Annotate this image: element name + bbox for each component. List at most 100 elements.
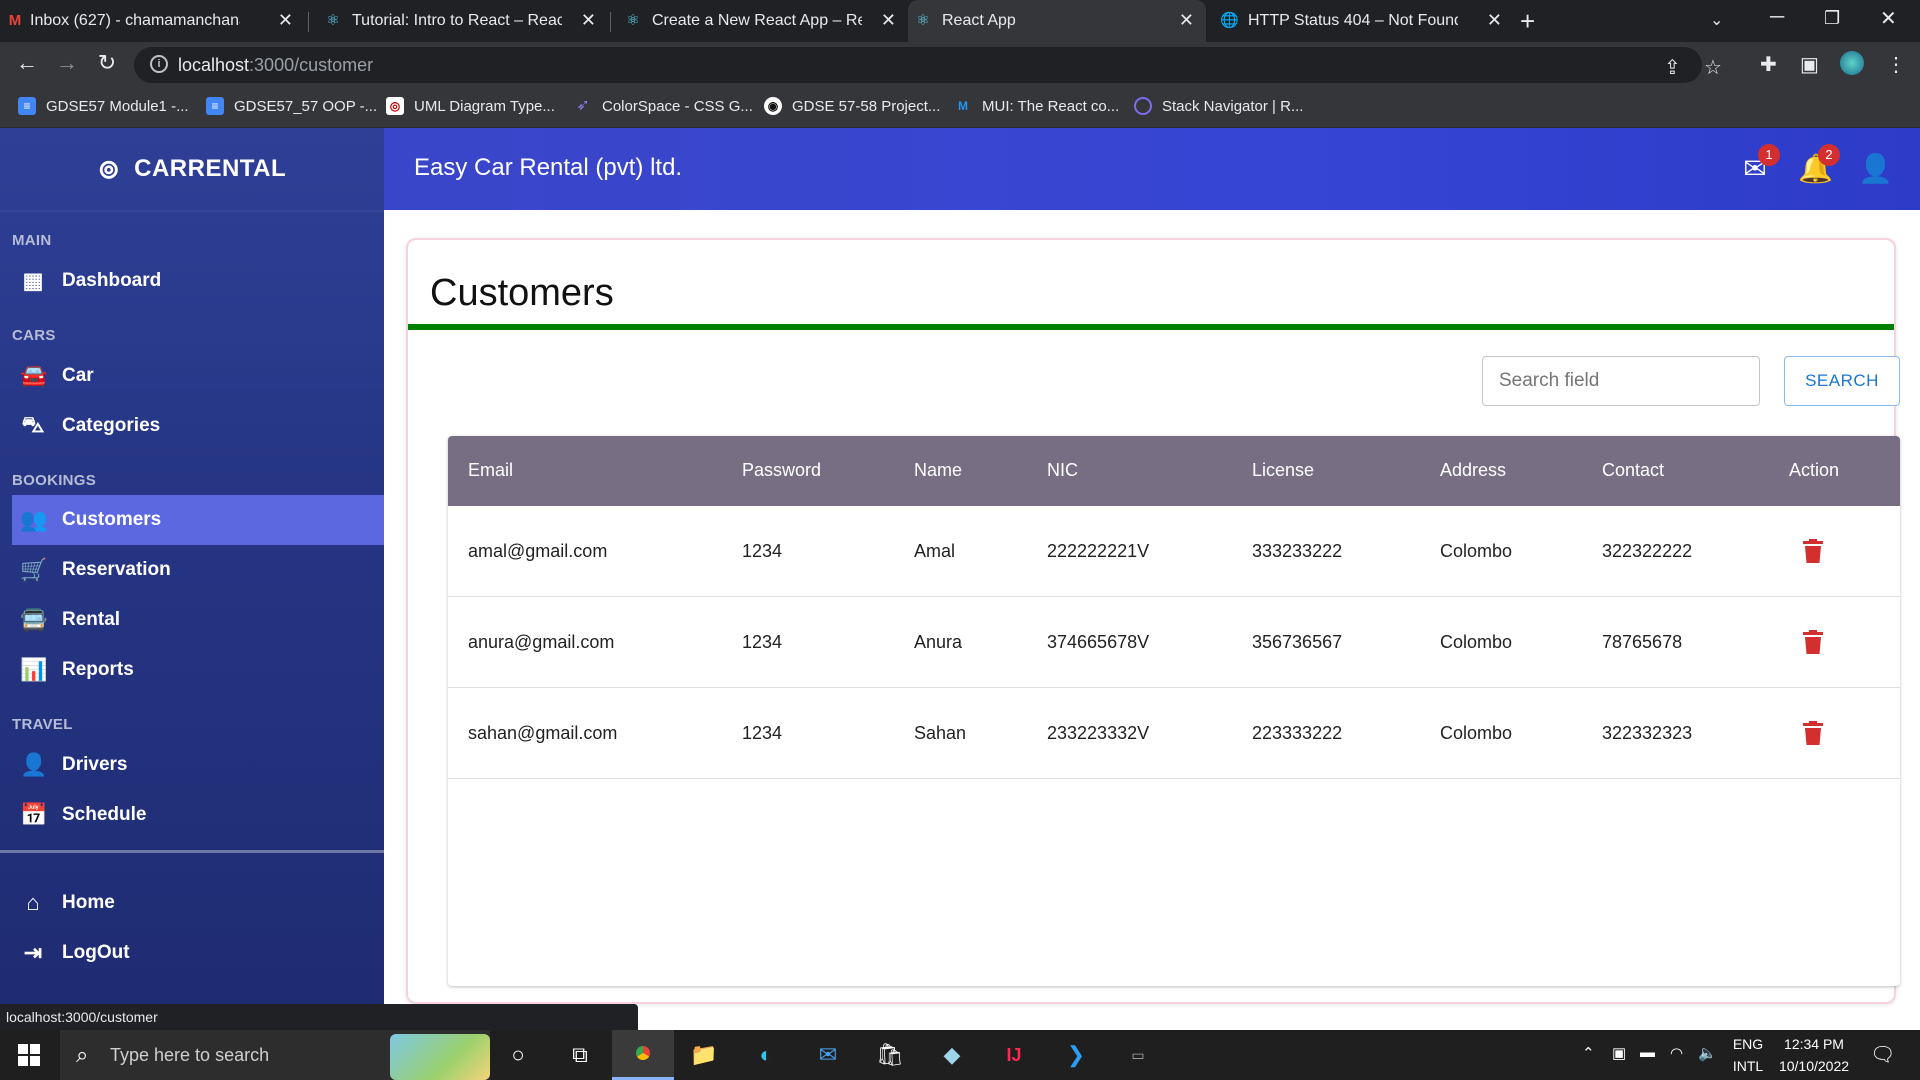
sidebar-item-categories[interactable]: ⛍ Categories (12, 401, 384, 451)
close-icon[interactable]: ✕ (1487, 10, 1502, 31)
sidebar-divider (0, 850, 384, 853)
window-close-icon[interactable]: ✕ (1880, 6, 1897, 31)
menu-kebab-icon[interactable]: ⋮ (1886, 52, 1906, 77)
battery-icon[interactable]: ▬ (1640, 1044, 1655, 1061)
back-arrow-icon[interactable]: ← (12, 50, 42, 76)
cortana-icon[interactable]: ○ (502, 1040, 534, 1070)
minimize-icon[interactable]: ─ (1770, 6, 1784, 29)
section-bookings: BOOKINGS (12, 472, 97, 489)
new-tab-icon[interactable]: + (1520, 6, 1535, 37)
meet-now-icon[interactable]: ▣ (1612, 1044, 1626, 1062)
column-header-email: Email (468, 460, 514, 480)
language-indicator[interactable]: ENG INTL (1726, 1036, 1770, 1074)
action-center-icon[interactable]: 🗨 (1870, 1042, 1895, 1067)
column-header-address: Address (1440, 460, 1507, 480)
bookmark-label: GDSE 57-58 Project... (792, 97, 941, 115)
clock[interactable]: 12:34 PM 10/10/2022 (1772, 1036, 1856, 1074)
tray-chevron-icon[interactable]: ⌃ (1582, 1044, 1595, 1062)
site-info-icon[interactable]: i (150, 55, 168, 73)
tab-react-app[interactable]: ⚛ React App ✕ (908, 0, 1206, 42)
windows-start-icon[interactable] (18, 1044, 40, 1071)
cell-contact: 78765678 (1602, 632, 1683, 652)
edge-icon[interactable]: ◐ (750, 1040, 782, 1070)
star-icon[interactable]: ☆ (1704, 55, 1722, 80)
home-icon: ⌂ (26, 890, 40, 915)
globe-icon: 🌐 (1220, 12, 1239, 29)
bookmark-item[interactable]: ◉ GDSE 57-58 Project... (764, 97, 940, 115)
bookmark-item[interactable]: ≡ GDSE57_57 OOP -... (206, 97, 377, 115)
column-header-password: Password (742, 460, 822, 480)
mui-icon: M (958, 99, 968, 113)
mail-app-icon[interactable]: ✉ (812, 1040, 844, 1070)
extensions-icon[interactable]: ✚ (1760, 52, 1777, 77)
section-main: MAIN (12, 232, 52, 249)
forward-arrow-icon[interactable]: → (52, 50, 82, 76)
bookmark-item[interactable]: ◎ UML Diagram Type... (386, 97, 555, 115)
cell-address: Colombo (1440, 541, 1513, 561)
account-icon[interactable]: 👤 (1858, 152, 1893, 185)
sidebar-item-dashboard[interactable]: ▦ Dashboard (12, 256, 384, 306)
sidebar-item-logout[interactable]: ⇥ LogOut (12, 928, 384, 978)
taskbar-search[interactable]: ⌕ Type here to search (60, 1030, 490, 1080)
cell-contact: 322332323 (1602, 723, 1693, 743)
sidebar-item-schedule[interactable]: 📅 Schedule (12, 790, 384, 840)
sidebar: ⊚ CARRENTAL MAIN ▦ Dashboard CARS 🚘 Car … (0, 128, 384, 1004)
bookmark-item[interactable]: ≡ GDSE57 Module1 -... (18, 97, 189, 115)
cell-nic: 233223332V (1047, 723, 1150, 743)
close-icon[interactable]: ✕ (1179, 10, 1194, 31)
vscode-icon[interactable]: ❯ (1060, 1040, 1092, 1070)
tab-http-404[interactable]: 🌐 HTTP Status 404 – Not Found ✕ (1214, 0, 1514, 42)
wifi-icon[interactable]: ◠ (1670, 1044, 1683, 1062)
clock-date: 10/10/2022 (1778, 1058, 1850, 1074)
bookmark-item[interactable]: Stack Navigator | R... (1134, 97, 1303, 115)
sidebar-divider (0, 210, 384, 212)
search-input[interactable] (1482, 356, 1760, 406)
delete-button[interactable] (1796, 625, 1830, 659)
cell-license: 223333222 (1252, 723, 1343, 743)
logout-icon: ⇥ (23, 940, 43, 965)
browser-tab-strip: M Inbox (627) - chamamanchanayal ✕ ⚛ Tut… (0, 0, 1920, 42)
share-icon[interactable]: ⇪ (1664, 55, 1681, 80)
sidebar-item-reservation[interactable]: 🛒 Reservation (12, 545, 384, 595)
sidebar-item-drivers[interactable]: 👤 Drivers (12, 740, 384, 790)
tab-react-tutorial[interactable]: ⚛ Tutorial: Intro to React – React ✕ (318, 0, 608, 42)
file-explorer-icon[interactable]: 📁 (688, 1040, 720, 1070)
sidebar-item-rental[interactable]: 🚍 Rental (12, 595, 384, 645)
restore-icon[interactable]: ❐ (1824, 8, 1840, 29)
tab-create-react-app[interactable]: ⚛ Create a New React App – React ✕ (618, 0, 908, 42)
close-icon[interactable]: ✕ (581, 10, 596, 31)
address-bar[interactable]: i localhost:3000/customer ⇪ ☆ (134, 47, 1722, 83)
close-icon[interactable]: ✕ (881, 10, 896, 31)
store-icon[interactable]: 🛍 (874, 1040, 906, 1070)
url-text[interactable]: localhost:3000/customer (178, 55, 373, 76)
tab-title: Create a New React App – React (652, 12, 862, 29)
close-icon[interactable]: ✕ (278, 10, 293, 31)
keyboard-layout: INTL (1732, 1058, 1764, 1074)
delete-button[interactable] (1796, 534, 1830, 568)
tab-search-icon[interactable]: ⌄ (1710, 10, 1723, 30)
search-button[interactable]: SEARCH (1784, 356, 1900, 406)
sidebar-item-customers[interactable]: 👥 Customers (12, 495, 384, 545)
bookmark-item[interactable]: ➶ ColorSpace - CSS G... (574, 97, 753, 115)
sidebar-item-label: Dashboard (62, 270, 162, 291)
notes-app-icon[interactable]: ◆ (936, 1040, 968, 1070)
tab-gmail[interactable]: M Inbox (627) - chamamanchanayal ✕ (0, 0, 305, 42)
volume-icon[interactable]: 🔈 (1698, 1044, 1717, 1062)
cell-nic: 374665678V (1047, 632, 1150, 652)
docs-icon: ≡ (206, 97, 224, 115)
sidebar-item-reports[interactable]: 📊 Reports (12, 645, 384, 695)
terminal-icon[interactable]: ▭ (1122, 1040, 1154, 1070)
chrome-icon[interactable] (627, 1040, 659, 1070)
sidebar-item-home[interactable]: ⌂ Home (12, 878, 384, 928)
sidebar-item-label: Schedule (62, 804, 147, 825)
cell-license: 333233222 (1252, 541, 1343, 561)
task-view-icon[interactable]: ⧉ (564, 1040, 596, 1070)
profile-avatar-icon[interactable] (1840, 51, 1864, 75)
brand-logo[interactable]: ⊚ CARRENTAL (0, 128, 384, 210)
side-panel-icon[interactable]: ▣ (1800, 52, 1819, 77)
reload-icon[interactable]: ↻ (92, 50, 122, 76)
bookmark-item[interactable]: M MUI: The React co... (954, 97, 1119, 115)
delete-button[interactable] (1796, 716, 1830, 750)
intellij-icon[interactable]: IJ (998, 1040, 1030, 1070)
sidebar-item-car[interactable]: 🚘 Car (12, 351, 384, 401)
